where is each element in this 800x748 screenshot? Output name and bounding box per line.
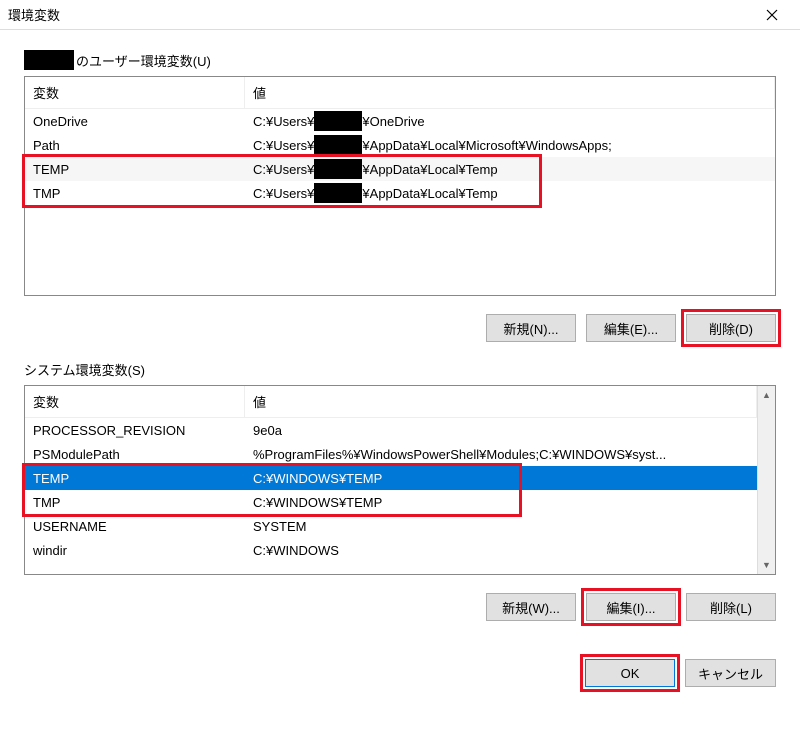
env-var-value: C:¥Users¥¥OneDrive [245, 109, 775, 133]
env-var-name: windir [25, 541, 245, 560]
table-row[interactable]: PROCESSOR_REVISION9e0a [25, 418, 757, 442]
user-env-label: のユーザー環境変数(U) [24, 50, 776, 70]
env-var-name: PSModulePath [25, 445, 245, 464]
sys-new-button[interactable]: 新規(W)... [486, 593, 576, 621]
sys-header-val[interactable]: 値 [245, 386, 757, 417]
sys-header-var[interactable]: 変数 [25, 386, 245, 417]
user-header-var[interactable]: 変数 [25, 77, 245, 108]
sys-env-label: システム環境変数(S) [24, 360, 776, 379]
table-row[interactable]: PathC:¥Users¥¥AppData¥Local¥Microsoft¥Wi… [25, 133, 775, 157]
close-button[interactable] [752, 1, 792, 29]
redacted-segment [314, 159, 362, 179]
env-var-name: USERNAME [25, 517, 245, 536]
close-icon [766, 9, 778, 21]
scroll-up-icon[interactable]: ▲ [758, 386, 775, 404]
table-row[interactable]: TEMPC:¥Users¥¥AppData¥Local¥Temp [25, 157, 775, 181]
dialog-buttons: OK キャンセル [0, 649, 800, 701]
ok-button[interactable]: OK [585, 659, 675, 687]
env-var-name: Path [25, 136, 245, 155]
env-var-value: C:¥WINDOWS [245, 541, 757, 560]
sys-env-list[interactable]: 変数 値 PROCESSOR_REVISION9e0aPSModulePath%… [24, 385, 776, 575]
env-var-value: C:¥WINDOWS¥TEMP [245, 493, 757, 512]
redacted-segment [314, 183, 362, 203]
user-header-val[interactable]: 値 [245, 77, 775, 108]
env-var-value: 9e0a [245, 421, 757, 440]
table-row[interactable]: TMPC:¥WINDOWS¥TEMP [25, 490, 757, 514]
env-var-value: C:¥WINDOWS¥TEMP [245, 469, 757, 488]
sys-edit-button[interactable]: 編集(I)... [586, 593, 676, 621]
table-row[interactable]: USERNAMESYSTEM [25, 514, 757, 538]
env-var-value: %ProgramFiles%¥WindowsPowerShell¥Modules… [245, 445, 757, 464]
user-edit-button[interactable]: 編集(E)... [586, 314, 676, 342]
env-var-value: C:¥Users¥¥AppData¥Local¥Microsoft¥Window… [245, 133, 775, 157]
env-var-value: C:¥Users¥¥AppData¥Local¥Temp [245, 157, 775, 181]
redacted-segment [314, 111, 362, 131]
env-var-name: OneDrive [25, 112, 245, 131]
table-row[interactable]: OneDriveC:¥Users¥¥OneDrive [25, 109, 775, 133]
table-row[interactable]: TMPC:¥Users¥¥AppData¥Local¥Temp [25, 181, 775, 205]
env-var-value: C:¥Users¥¥AppData¥Local¥Temp [245, 181, 775, 205]
sys-env-buttons: 新規(W)... 編集(I)... 削除(L) [24, 583, 776, 639]
user-env-list[interactable]: 変数 値 OneDriveC:¥Users¥¥OneDrivePathC:¥Us… [24, 76, 776, 296]
env-var-name: PROCESSOR_REVISION [25, 421, 245, 440]
env-var-value: SYSTEM [245, 517, 757, 536]
user-new-button[interactable]: 新規(N)... [486, 314, 576, 342]
user-delete-button[interactable]: 削除(D) [686, 314, 776, 342]
env-var-name: TMP [25, 184, 245, 203]
env-var-name: TEMP [25, 160, 245, 179]
redacted-segment [314, 135, 362, 155]
sys-delete-button[interactable]: 削除(L) [686, 593, 776, 621]
window-title: 環境変数 [8, 5, 752, 24]
sys-scrollbar[interactable]: ▲ ▼ [757, 386, 775, 574]
user-env-label-text: のユーザー環境変数(U) [76, 51, 211, 70]
env-var-name: TMP [25, 493, 245, 512]
user-env-header: 変数 値 [25, 77, 775, 109]
env-var-name: TEMP [25, 469, 245, 488]
scroll-down-icon[interactable]: ▼ [758, 556, 775, 574]
table-row[interactable]: windirC:¥WINDOWS [25, 538, 757, 562]
user-env-buttons: 新規(N)... 編集(E)... 削除(D) [24, 304, 776, 360]
redacted-user-name [24, 50, 74, 70]
titlebar: 環境変数 [0, 0, 800, 30]
cancel-button[interactable]: キャンセル [685, 659, 776, 687]
sys-env-header: 変数 値 [25, 386, 757, 418]
table-row[interactable]: PSModulePath%ProgramFiles%¥WindowsPowerS… [25, 442, 757, 466]
table-row[interactable]: TEMPC:¥WINDOWS¥TEMP [25, 466, 757, 490]
